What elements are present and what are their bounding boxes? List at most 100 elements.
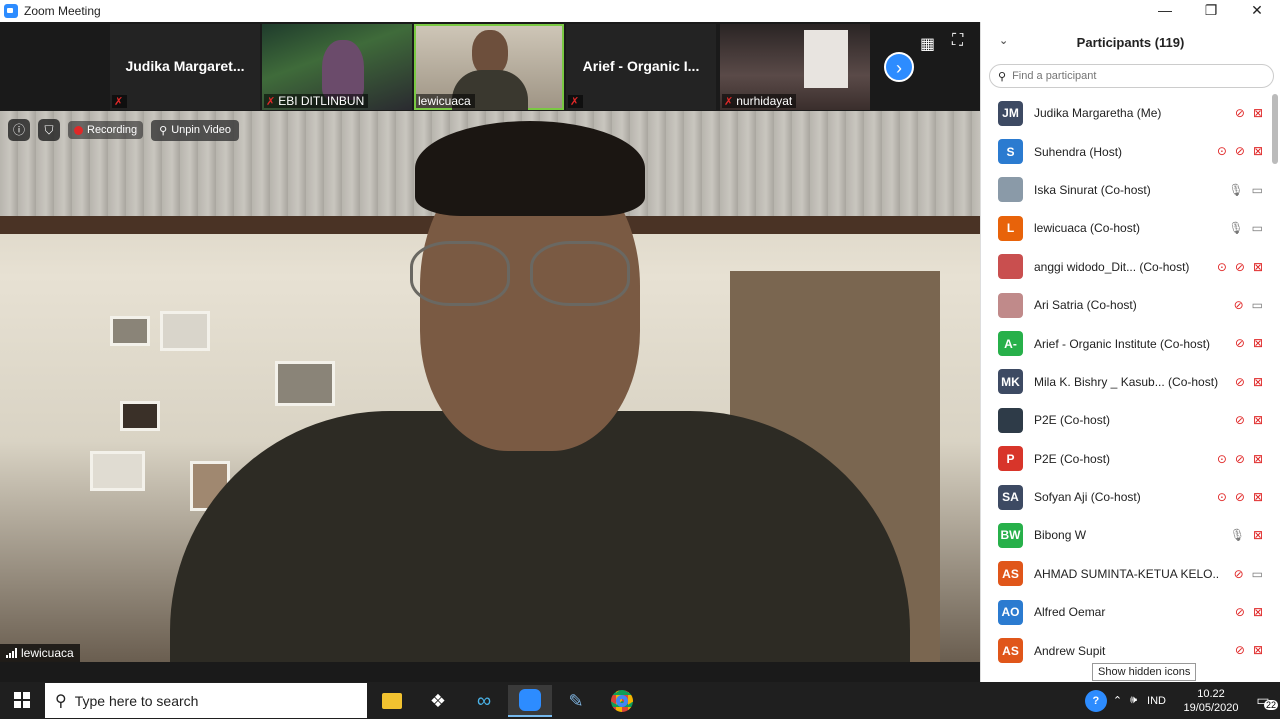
video-icon[interactable]: ▭ bbox=[1252, 567, 1263, 581]
help-icon[interactable]: ? bbox=[1084, 689, 1107, 712]
participant-row[interactable]: MK Mila K. Bishry _ Kasub... (Co-host) ⊘ ⊠ bbox=[981, 363, 1269, 401]
clock[interactable]: 10.22 19/05/2020 bbox=[1176, 687, 1246, 715]
thumbnail[interactable]: ✗ EBI DITLINBUN bbox=[262, 24, 412, 110]
video-background bbox=[120, 401, 160, 431]
maximize-button[interactable]: ❐ bbox=[1188, 0, 1234, 22]
chrome-icon[interactable] bbox=[600, 685, 644, 717]
participant-row[interactable]: P2E (Co-host) ⊘ ⊠ bbox=[981, 401, 1269, 439]
participant-row[interactable]: Llewicuaca (Co-host) 🎙 ▭ bbox=[981, 209, 1269, 247]
avatar bbox=[998, 177, 1023, 203]
scrollbar[interactable] bbox=[1272, 94, 1278, 164]
participant-status-icons: 🎙 ▭ bbox=[1228, 221, 1263, 235]
avatar: SA bbox=[998, 484, 1023, 510]
mic-icon[interactable]: 🎙 bbox=[1228, 183, 1243, 197]
signal-strength-icon bbox=[6, 648, 17, 658]
chevron-down-icon[interactable]: ⌄ bbox=[999, 34, 1008, 47]
thumbnail-label: ✗ bbox=[112, 95, 128, 108]
mic-off-icon: ✗ bbox=[266, 95, 276, 108]
chevron-up-icon[interactable]: ⌃ bbox=[1113, 694, 1122, 707]
notifications-icon[interactable]: ▭ 22 bbox=[1246, 692, 1280, 710]
participant-row[interactable]: Ari Satria (Co-host) ⊘ ▭ bbox=[981, 286, 1269, 324]
participant-row[interactable]: P P2E (Co-host) ⊙ ⊘ ⊠ bbox=[981, 440, 1269, 478]
panel-title: Participants (119) bbox=[1076, 34, 1185, 50]
thumbnail[interactable]: Arief - Organic I... ✗ bbox=[566, 24, 716, 110]
mic-off-icon[interactable]: ⊘ bbox=[1235, 106, 1245, 120]
mic-off-icon[interactable]: ⊘ bbox=[1235, 490, 1245, 504]
participant-row[interactable]: AS AHMAD SUMINTA-KETUA KELO... ⊘ ▭ bbox=[981, 555, 1269, 593]
mic-icon[interactable]: 🎙 bbox=[1228, 221, 1243, 235]
close-button[interactable]: ✕ bbox=[1234, 0, 1280, 22]
unpin-video-button[interactable]: ⚲ Unpin Video bbox=[151, 119, 239, 141]
participant-name: Ari Satria (Co-host) bbox=[1034, 298, 1137, 313]
video-off-icon[interactable]: ⊠ bbox=[1253, 144, 1263, 158]
mic-off-icon[interactable]: ⊘ bbox=[1234, 298, 1244, 312]
gallery-view-icon[interactable]: ▦ bbox=[920, 34, 935, 54]
thumbnail[interactable]: ✗ nurhidayat bbox=[720, 24, 870, 110]
taskbar-search[interactable]: ⚲ Type here to search bbox=[45, 683, 367, 718]
video-off-icon[interactable]: ⊠ bbox=[1253, 605, 1263, 619]
video-off-icon[interactable]: ⊠ bbox=[1253, 490, 1263, 504]
info-icon[interactable]: ⓘ bbox=[8, 119, 30, 141]
thumbnail-active[interactable]: lewicuaca bbox=[414, 24, 564, 110]
participant-row[interactable]: A- Arief - Organic Institute (Co-host) ⊘ ⊠ bbox=[981, 324, 1269, 362]
mic-off-icon[interactable]: ⊘ bbox=[1235, 144, 1245, 158]
video-icon[interactable]: ▭ bbox=[1252, 183, 1263, 197]
mic-off-icon[interactable]: ⊘ bbox=[1235, 452, 1245, 466]
file-explorer-icon[interactable] bbox=[370, 685, 414, 717]
thumbnail-label-text: nurhidayat bbox=[736, 94, 793, 108]
mic-off-icon[interactable]: ⊘ bbox=[1235, 260, 1245, 274]
mic-off-icon[interactable]: ⊘ bbox=[1235, 413, 1245, 427]
minimize-button[interactable]: — bbox=[1142, 0, 1188, 22]
mic-off-icon[interactable]: ⊘ bbox=[1235, 605, 1245, 619]
participant-row[interactable]: SA Sofyan Aji (Co-host) ⊙ ⊘ ⊠ bbox=[981, 478, 1269, 516]
next-page-button[interactable]: › bbox=[884, 52, 914, 82]
avatar: AO bbox=[998, 599, 1023, 625]
recording-icon: ⊙ bbox=[1216, 259, 1227, 274]
avatar: L bbox=[998, 215, 1023, 241]
thumbnail[interactable]: Judika Margaret... ✗ bbox=[110, 24, 260, 110]
recording-icon: ⊙ bbox=[1216, 451, 1227, 466]
participant-row[interactable]: JM Judika Margaretha (Me) ⊘ ⊠ bbox=[981, 94, 1269, 132]
volume-icon[interactable]: 🕪 bbox=[1130, 694, 1137, 707]
participant-row[interactable]: Iska Sinurat (Co-host) 🎙 ▭ bbox=[981, 171, 1269, 209]
participant-row[interactable]: AO Alfred Oemar ⊘ ⊠ bbox=[981, 593, 1269, 631]
thumbnail-label: ✗ nurhidayat bbox=[722, 94, 797, 108]
video-off-icon[interactable]: ⊠ bbox=[1253, 106, 1263, 120]
participant-status-icons: ⊘ ⊠ bbox=[1235, 375, 1263, 389]
video-off-icon[interactable]: ⊠ bbox=[1253, 336, 1263, 350]
infinity-app-icon[interactable]: ∞ bbox=[462, 685, 506, 717]
recording-indicator[interactable]: Recording bbox=[68, 121, 144, 139]
video-off-icon[interactable]: ⊠ bbox=[1253, 260, 1263, 274]
video-off-icon[interactable]: ⊠ bbox=[1253, 452, 1263, 466]
mic-off-icon[interactable]: ⊘ bbox=[1235, 336, 1245, 350]
shield-icon[interactable]: ⛉ bbox=[38, 119, 60, 141]
language-indicator[interactable]: IND bbox=[1147, 695, 1166, 707]
video-off-icon[interactable]: ⊠ bbox=[1253, 643, 1263, 657]
mic-off-icon[interactable]: ⊘ bbox=[1235, 375, 1245, 389]
thumbnail-strip: Judika Margaret... ✗ ✗ EBI DITLINBUN lewi… bbox=[0, 22, 980, 110]
participant-row[interactable]: S Suhendra (Host) ⊙ ⊘ ⊠ bbox=[981, 132, 1269, 170]
zoom-app-icon[interactable] bbox=[508, 685, 552, 717]
participant-name: Mila K. Bishry _ Kasub... (Co-host) bbox=[1034, 374, 1219, 389]
video-off-icon[interactable]: ⊠ bbox=[1253, 528, 1263, 542]
mic-off-icon[interactable]: ⊘ bbox=[1235, 643, 1245, 657]
fullscreen-icon[interactable]: ⛶ bbox=[952, 32, 963, 50]
video-icon[interactable]: ▭ bbox=[1252, 221, 1263, 235]
participants-panel: ⌄ Participants (119) ⚲ JM Judika Margaret… bbox=[980, 22, 1280, 682]
windows-start-icon[interactable] bbox=[14, 692, 30, 708]
mic-off-icon[interactable]: ⊘ bbox=[1234, 567, 1244, 581]
video-off-icon[interactable]: ⊠ bbox=[1253, 413, 1263, 427]
participant-row[interactable]: anggi widodo_Dit... (Co-host) ⊙ ⊘ ⊠ bbox=[981, 248, 1269, 286]
dropbox-icon[interactable]: ❖ bbox=[416, 685, 460, 717]
avatar: AS bbox=[998, 561, 1023, 587]
record-icon bbox=[74, 125, 83, 135]
participant-name: Sofyan Aji (Co-host) bbox=[1034, 490, 1141, 505]
paint-app-icon[interactable]: ✎ bbox=[554, 685, 598, 717]
search-input[interactable] bbox=[1012, 70, 1243, 82]
recording-icon: ⊙ bbox=[1216, 144, 1227, 159]
video-icon[interactable]: ▭ bbox=[1252, 298, 1263, 312]
video-off-icon[interactable]: ⊠ bbox=[1253, 375, 1263, 389]
participant-row[interactable]: BW Bibong W 🎙 ⊠ bbox=[981, 516, 1269, 554]
mic-icon[interactable]: 🎙 bbox=[1230, 528, 1245, 542]
participant-search[interactable]: ⚲ bbox=[989, 64, 1274, 88]
